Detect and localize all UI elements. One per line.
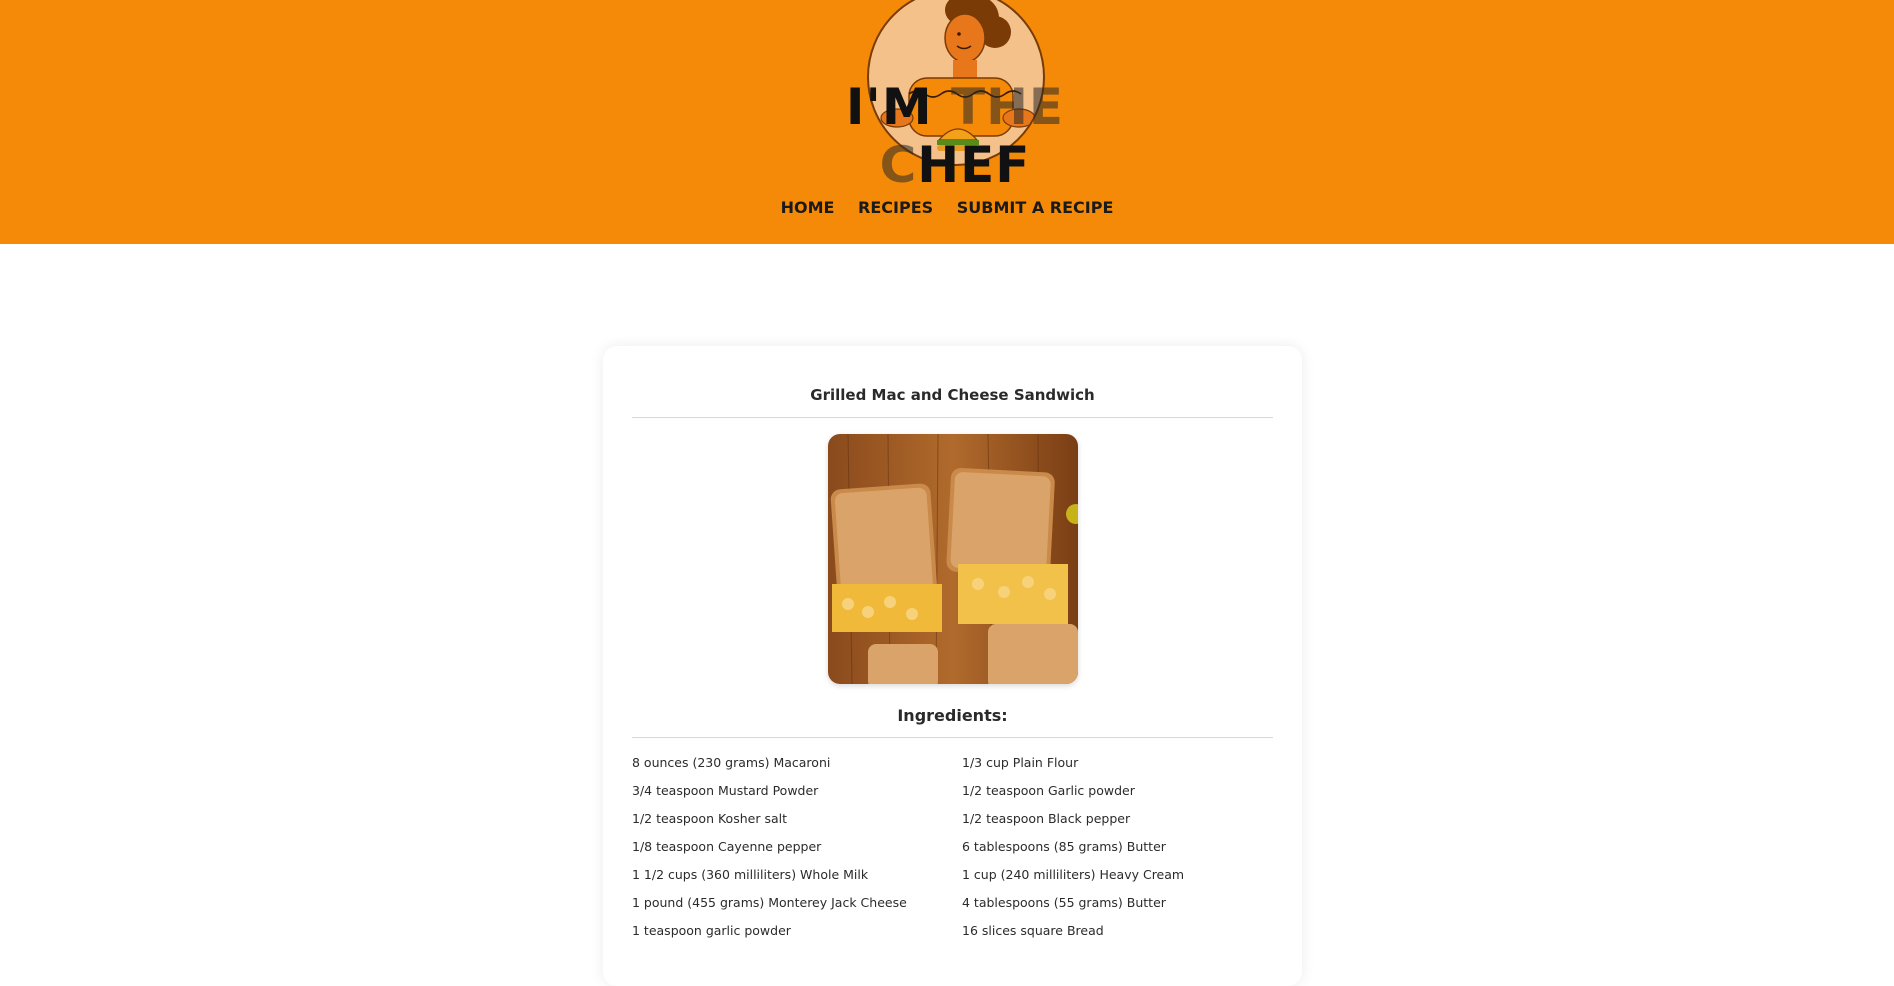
ingredient-item: 1/2 teaspoon Kosher salt xyxy=(632,811,787,826)
ingredient-item: 1/3 cup Plain Flour xyxy=(962,755,1079,770)
site-header: I'M THE CHEF HOME RECIPES SUBMIT A RECIP… xyxy=(0,0,1894,244)
ingredients-divider xyxy=(632,737,1273,738)
ingredient-item: 4 tablespoons (55 grams) Butter xyxy=(962,895,1166,910)
recipe-photo xyxy=(828,434,1078,684)
ingredient-item: 8 ounces (230 grams) Macaroni xyxy=(632,755,831,770)
title-divider xyxy=(632,417,1273,418)
ingredient-item: 1 1/2 cups (360 milliliters) Whole Milk xyxy=(632,867,869,882)
site-logo[interactable]: I'M THE CHEF xyxy=(795,0,1115,194)
ingredient-item: 1/2 teaspoon Garlic powder xyxy=(962,783,1135,798)
ingredient-item: 1 pound (455 grams) Monterey Jack Cheese xyxy=(632,895,907,910)
ingredient-item: 16 slices square Bread xyxy=(962,923,1104,938)
ingredient-item: 1 teaspoon garlic powder xyxy=(632,923,791,938)
main-nav: HOME RECIPES SUBMIT A RECIPE xyxy=(0,198,1894,217)
ingredients-list: 8 ounces (230 grams) Macaroni 1/3 cup Pl… xyxy=(632,754,1273,950)
ingredient-item: 1/2 teaspoon Black pepper xyxy=(962,811,1131,826)
ingredient-item: 1 cup (240 milliliters) Heavy Cream xyxy=(962,867,1185,882)
ingredient-item: 6 tablespoons (85 grams) Butter xyxy=(962,839,1166,854)
logo-wordmark: I'M THE CHEF xyxy=(845,78,1065,194)
ingredient-item: 1/8 teaspoon Cayenne pepper xyxy=(632,839,822,854)
nav-recipes-link[interactable]: RECIPES xyxy=(858,198,933,217)
nav-home-link[interactable]: HOME xyxy=(781,198,835,217)
nav-submit-recipe-link[interactable]: SUBMIT A RECIPE xyxy=(957,198,1114,217)
recipe-card: Grilled Mac and Cheese Sandwich Ingredie… xyxy=(603,346,1302,986)
ingredient-item: 3/4 teaspoon Mustard Powder xyxy=(632,783,819,798)
recipe-title: Grilled Mac and Cheese Sandwich xyxy=(810,386,1095,404)
ingredients-heading: Ingredients: xyxy=(897,706,1008,725)
